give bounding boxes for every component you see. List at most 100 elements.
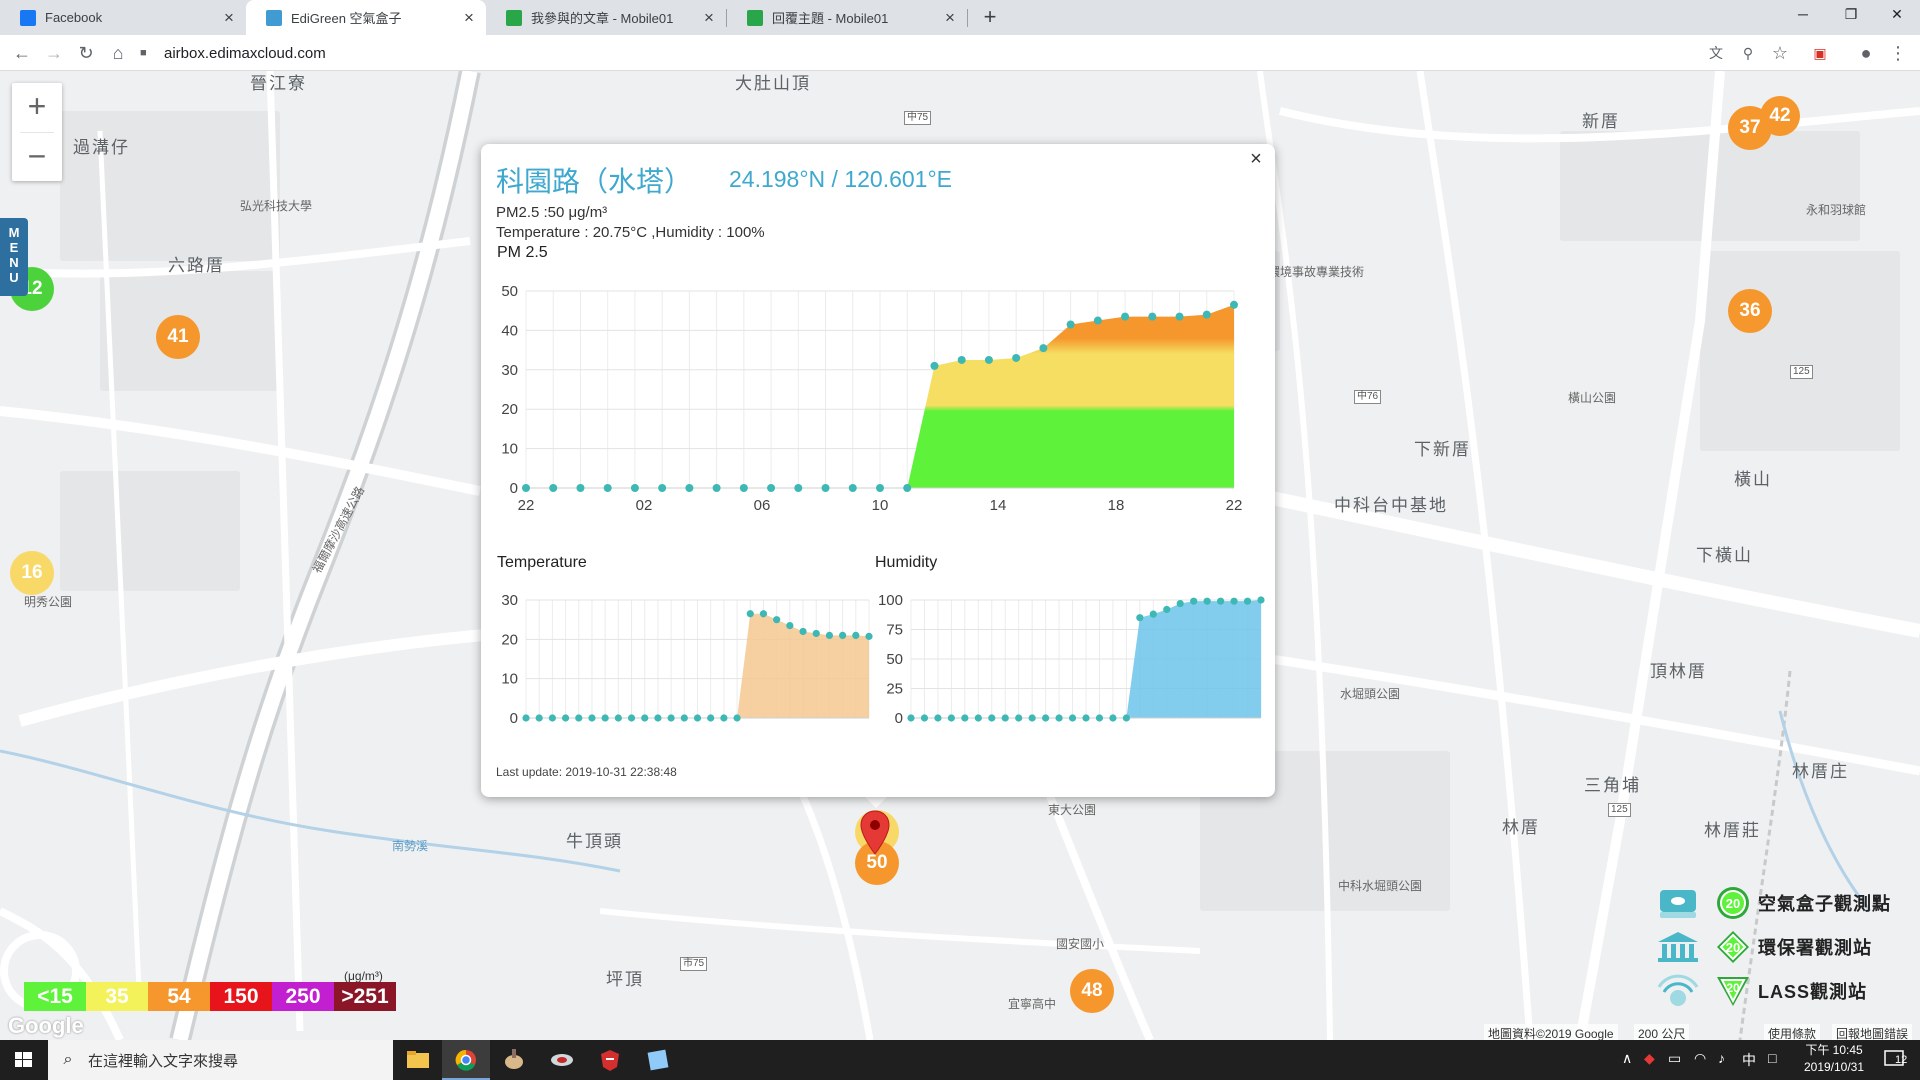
volume-icon[interactable]: ♪ bbox=[1718, 1050, 1725, 1066]
data-point bbox=[1203, 597, 1211, 605]
sensor-marker[interactable]: 48 bbox=[1070, 969, 1114, 1013]
data-point bbox=[522, 484, 530, 492]
tray-overflow-icon[interactable]: ∧ bbox=[1622, 1050, 1632, 1067]
battery-icon[interactable]: ▭ bbox=[1668, 1050, 1681, 1067]
search-icon: ⌕ bbox=[63, 1051, 73, 1068]
data-point bbox=[658, 484, 667, 492]
taskbar-search-placeholder: 在這裡輸入文字來搜尋 bbox=[88, 1052, 239, 1070]
data-point bbox=[548, 714, 556, 722]
map-scale[interactable]: 200 公尺 bbox=[1634, 1024, 1690, 1040]
chrome-icon[interactable] bbox=[442, 1040, 490, 1080]
tab-edigreen[interactable]: EdiGreen 空氣盒子 × bbox=[246, 0, 486, 35]
station-row[interactable]: 20 LASS觀測站 bbox=[1656, 969, 1916, 1013]
map-label: 中科水堀頭公園 bbox=[1338, 879, 1423, 893]
new-tab-button[interactable]: + bbox=[976, 4, 1004, 32]
station-row[interactable]: 20 空氣盒子觀測點 bbox=[1656, 881, 1916, 925]
sensor-marker[interactable]: 16 bbox=[10, 551, 54, 595]
data-point bbox=[1136, 614, 1144, 622]
data-point bbox=[720, 714, 728, 722]
report-error-link[interactable]: 回報地圖錯誤 bbox=[1832, 1024, 1913, 1040]
data-point bbox=[576, 484, 585, 492]
station-label: LASS觀測站 bbox=[1758, 982, 1868, 1002]
map-label: 六路厝 bbox=[168, 256, 225, 275]
restore-icon[interactable]: ❐ bbox=[1828, 0, 1874, 30]
google-logo[interactable]: Google bbox=[8, 1013, 84, 1039]
data-point bbox=[614, 714, 622, 722]
tab-close-icon[interactable]: × bbox=[939, 8, 961, 28]
zoom-in-button[interactable]: + bbox=[12, 83, 62, 132]
pm25-reading: PM2.5 :50 μg/m³ bbox=[496, 204, 608, 221]
input-mode-icon[interactable]: □ bbox=[1768, 1050, 1776, 1066]
pm25-legend: <15 35 54 150 250 >251 bbox=[24, 982, 396, 1011]
reload-icon[interactable]: ↻ bbox=[72, 39, 100, 67]
tab-close-icon[interactable]: × bbox=[218, 8, 240, 28]
menu-letter: U bbox=[9, 270, 19, 285]
station-row[interactable]: 20 環保署觀測站 bbox=[1656, 925, 1916, 969]
taskbar-clock[interactable]: 下午 10:45 2019/10/31 bbox=[1794, 1042, 1874, 1076]
zoom-out-button[interactable]: − bbox=[12, 133, 62, 182]
data-point bbox=[739, 484, 748, 492]
file-explorer-icon[interactable] bbox=[394, 1040, 442, 1080]
y-tick-label: 0 bbox=[510, 710, 518, 727]
tab-close-icon[interactable]: × bbox=[698, 8, 720, 28]
shield-app-icon[interactable] bbox=[586, 1040, 634, 1080]
data-point bbox=[1109, 714, 1117, 722]
selected-location-pin-icon[interactable] bbox=[860, 810, 890, 856]
road-shield: 市75 bbox=[680, 957, 708, 971]
bookmark-star-icon[interactable]: ☆ bbox=[1766, 39, 1794, 67]
paint-app-icon[interactable] bbox=[490, 1040, 538, 1080]
map-label: 大肚山頂 bbox=[735, 74, 811, 93]
tab-mobile01-articles[interactable]: 我參與的文章 - Mobile01 × bbox=[486, 0, 726, 35]
menu-button[interactable]: M E N U bbox=[0, 218, 28, 296]
wifi-icon[interactable]: ◠ bbox=[1694, 1050, 1706, 1067]
x-tick-label: 14 bbox=[990, 497, 1007, 514]
data-point bbox=[1015, 714, 1023, 722]
ime-indicator[interactable]: 中 bbox=[1742, 1050, 1756, 1070]
zoom-icon[interactable]: ⚲ bbox=[1734, 39, 1762, 67]
translate-icon[interactable]: 文 bbox=[1702, 39, 1730, 67]
back-arrow-icon[interactable]: ← bbox=[8, 39, 36, 67]
temperature-chart-title: Temperature bbox=[497, 554, 587, 571]
data-point bbox=[641, 714, 649, 722]
menu-letter: M bbox=[8, 225, 20, 240]
data-point bbox=[561, 714, 570, 722]
taskbar-search[interactable]: ⌕ 在這裡輸入文字來搜尋 bbox=[48, 1040, 393, 1080]
sensor-marker[interactable]: 41 bbox=[156, 315, 200, 359]
data-point bbox=[984, 355, 993, 364]
tab-facebook[interactable]: Facebook × bbox=[0, 0, 246, 35]
data-point bbox=[1202, 310, 1211, 319]
profile-icon[interactable]: ● bbox=[1852, 39, 1880, 67]
close-window-icon[interactable]: ✕ bbox=[1874, 0, 1920, 30]
tab-mobile01-reply[interactable]: 回覆主題 - Mobile01 × bbox=[727, 0, 967, 35]
road-shield: 中75 bbox=[904, 111, 932, 125]
government-building-icon bbox=[1658, 932, 1698, 962]
map-label: 新厝 bbox=[1582, 112, 1620, 131]
lock-icon: ■ bbox=[140, 47, 147, 59]
tab-close-icon[interactable]: × bbox=[458, 8, 480, 28]
y-tick-label: 50 bbox=[886, 651, 903, 668]
pm25-chart-title: PM 2.5 bbox=[497, 244, 548, 261]
map-label: 晉江寮 bbox=[250, 74, 307, 93]
network-app-icon[interactable] bbox=[538, 1040, 586, 1080]
minimize-icon[interactable]: ─ bbox=[1780, 0, 1826, 30]
map-label: 橫山公園 bbox=[1568, 391, 1617, 405]
station-label: 空氣盒子觀測點 bbox=[1758, 894, 1891, 914]
sensor-marker[interactable]: 36 bbox=[1728, 289, 1772, 333]
windows-start-icon[interactable] bbox=[0, 1040, 48, 1080]
data-point bbox=[794, 484, 803, 492]
notification-center-icon[interactable]: 12 bbox=[1880, 1048, 1912, 1072]
data-point bbox=[1012, 353, 1021, 362]
extension-icon[interactable]: ▣ bbox=[1806, 39, 1834, 67]
more-menu-icon[interactable]: ⋮ bbox=[1884, 39, 1912, 67]
home-icon[interactable]: ⌂ bbox=[104, 39, 132, 67]
sensor-marker[interactable]: 42 bbox=[1760, 96, 1800, 136]
y-tick-label: 100 bbox=[878, 592, 903, 609]
address-bar[interactable]: ■ airbox.edimaxcloud.com bbox=[140, 38, 1760, 68]
data-point bbox=[630, 484, 639, 492]
terms-link[interactable]: 使用條款 bbox=[1764, 1024, 1821, 1040]
forward-arrow-icon[interactable]: → bbox=[40, 39, 68, 67]
data-point bbox=[961, 714, 969, 722]
popup-close-button[interactable]: × bbox=[1243, 146, 1269, 172]
antivirus-tray-icon[interactable]: ◆ bbox=[1644, 1050, 1655, 1067]
notes-app-icon[interactable] bbox=[634, 1040, 682, 1080]
